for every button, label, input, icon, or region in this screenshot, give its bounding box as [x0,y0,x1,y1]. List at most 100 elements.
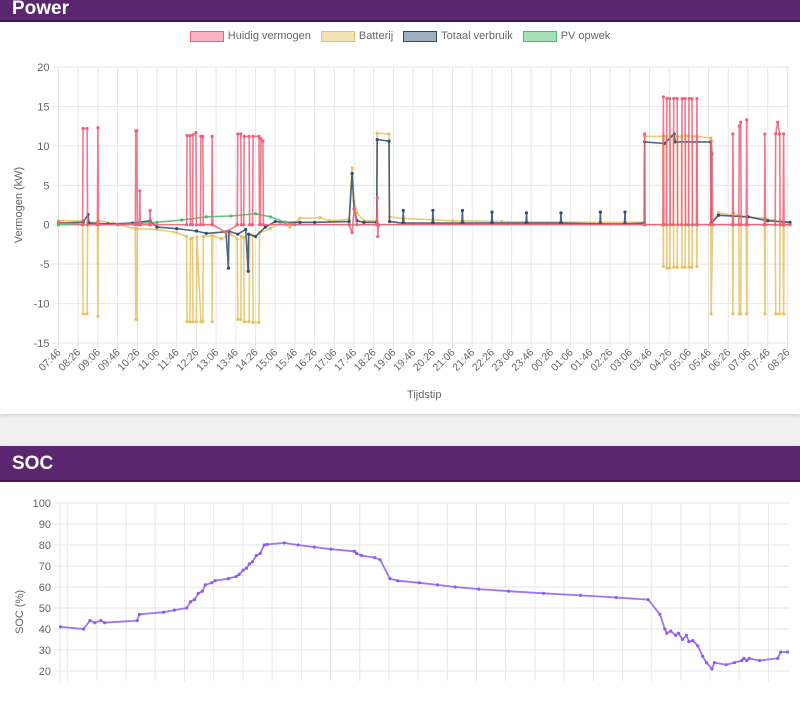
data-point [161,610,166,614]
data-point [684,633,689,637]
data-point [696,644,700,648]
data-point [250,560,255,564]
data-point [190,223,195,227]
data-point [683,265,687,269]
data-point [229,232,233,236]
data-point [180,218,184,222]
data-point [184,234,189,239]
y-tick-label: 5 [43,180,49,192]
data-point [773,223,777,227]
data-point [195,235,199,239]
data-point [739,223,743,227]
series-line [58,96,790,238]
data-point [268,227,272,231]
data-point [194,320,199,324]
data-point [781,132,786,136]
data-point [191,133,195,137]
data-point [643,132,647,136]
data-point [680,223,684,227]
data-point [81,627,86,631]
data-point [672,265,676,269]
data-point [541,591,546,595]
data-point [778,312,782,316]
data-point [709,136,713,140]
data-point [185,320,189,324]
data-point [732,661,737,665]
data-point [710,667,714,671]
data-point [85,126,89,131]
data-point [377,223,381,227]
data-point [283,220,287,224]
data-point [731,312,735,316]
y-axis-title: SOC (%) [14,590,26,634]
y-tick-label: 15 [37,101,49,113]
data-point [247,320,251,324]
data-point [680,265,684,269]
data-point [665,631,669,635]
data-point [211,223,215,227]
data-point [203,583,207,587]
data-point [387,139,391,143]
data-point [690,96,694,101]
data-point [288,225,292,229]
data-point [672,96,676,101]
data-point [664,223,668,227]
data-point [687,640,691,644]
y-tick-label: 40 [39,624,51,636]
data-point [210,581,214,585]
data-point [742,656,746,661]
y-tick-label: 20 [39,666,51,678]
x-tick-label: 11:06 [136,347,163,374]
data-point [96,223,100,227]
data-point [781,312,786,316]
data-point [96,126,100,130]
y-tick-label: -10 [34,299,50,311]
data-point [93,621,97,625]
data-point [774,312,778,316]
data-point [375,131,379,135]
data-point [244,566,249,570]
data-point [135,227,139,231]
data-point [155,220,159,224]
data-point [779,650,783,654]
power-chart: 20151050-5-10-1507:4608:2609:0609:4610:2… [13,62,793,401]
data-point [674,633,678,637]
data-point [747,656,751,661]
data-point [247,232,251,236]
data-point [213,579,217,583]
y-tick-label: 80 [39,540,51,552]
data-point [701,654,705,658]
data-point [234,574,238,579]
data-point [229,214,233,218]
data-point [196,591,201,595]
data-point [709,139,713,143]
data-point [265,542,269,546]
data-point [235,237,239,241]
data-point [680,96,684,101]
data-point [248,223,252,227]
data-point [731,223,735,227]
data-point [236,317,240,321]
data-point [99,619,103,623]
data-point [450,219,455,223]
data-point [251,134,255,138]
data-point [737,124,741,128]
data-point [766,219,770,223]
data-point [188,320,192,324]
data-point [135,619,139,623]
data-point [387,132,391,136]
data-point [354,551,359,556]
data-point [210,320,214,324]
data-point [675,265,679,269]
data-point [329,547,333,551]
data-point [745,658,749,663]
data-point [190,236,195,240]
data-point [690,223,695,227]
data-point [268,215,272,219]
data-point [211,234,215,238]
data-point [258,551,262,556]
data-point [155,225,159,229]
y-tick-label: 100 [33,498,51,510]
data-point [201,223,205,227]
data-point [347,219,351,224]
